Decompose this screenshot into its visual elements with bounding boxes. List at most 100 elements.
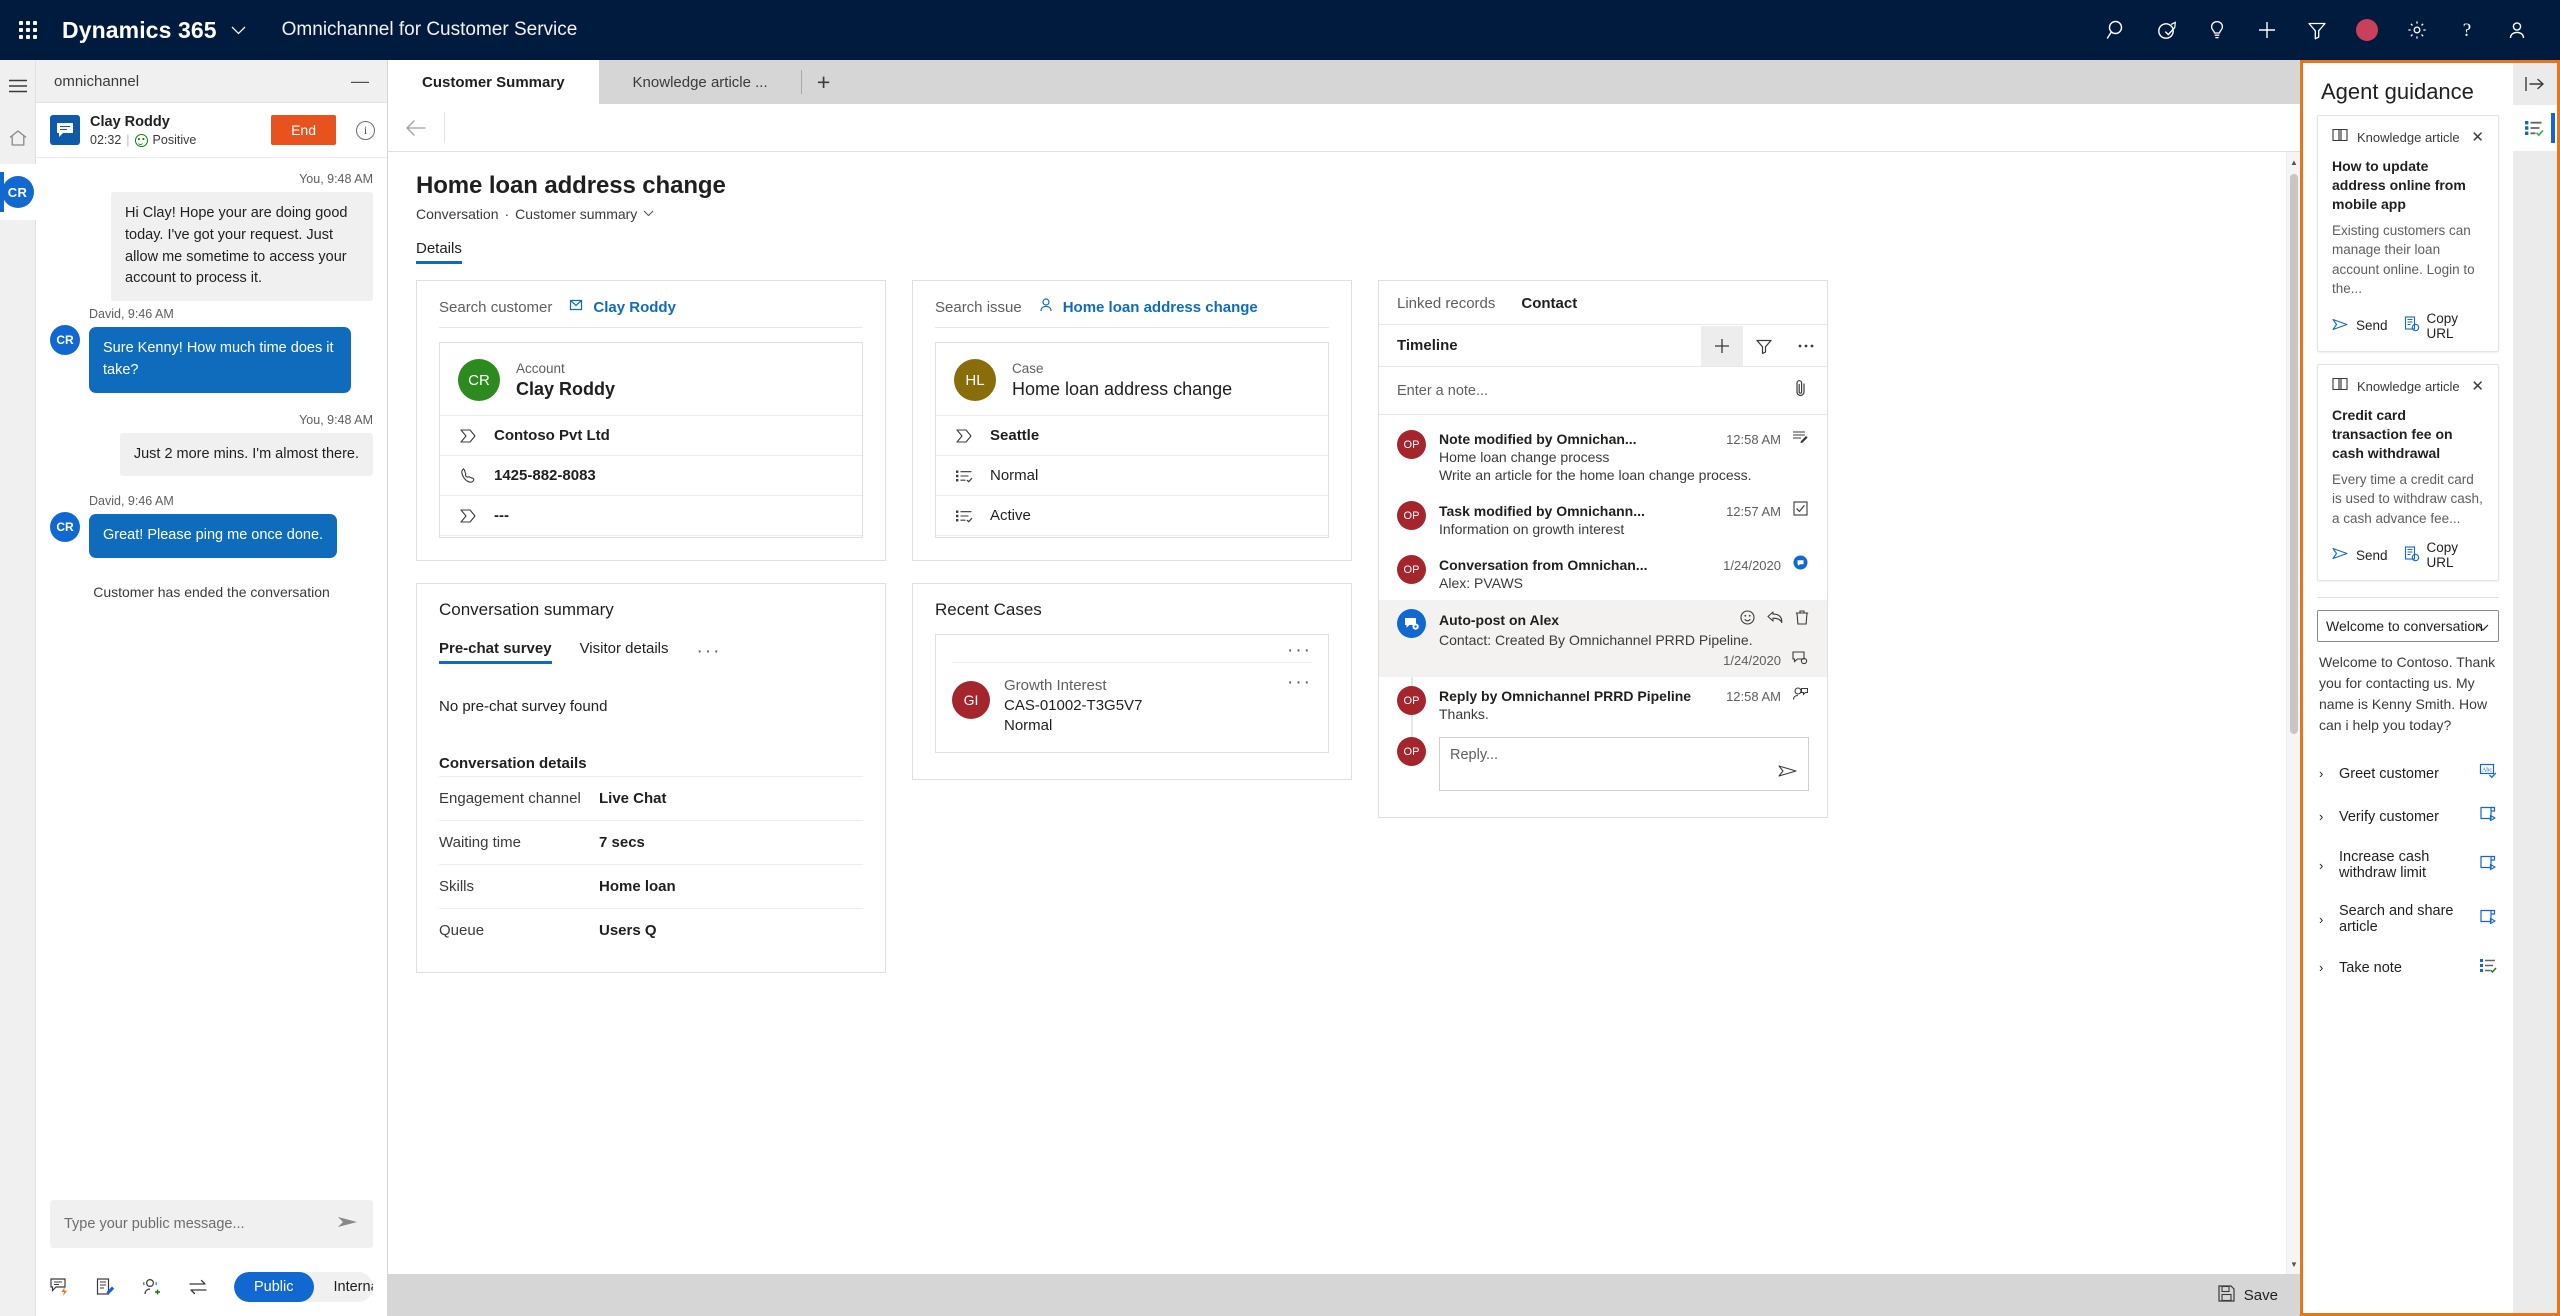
timeline-item[interactable]: OP Task modified by Omnichann... 12:57 A…	[1379, 492, 1827, 546]
home-icon[interactable]	[0, 112, 36, 164]
add-tab-button[interactable]: +	[802, 60, 846, 104]
tab-contact[interactable]: Contact	[1521, 295, 1577, 312]
agent-script-icon[interactable]	[2513, 105, 2557, 151]
filter-icon[interactable]	[2292, 0, 2342, 60]
chat-message-list: You, 9:48 AM Hi Clay! Hope your are doin…	[36, 158, 387, 1186]
field-value: Contoso Pvt Ltd	[494, 427, 610, 444]
knowledge-article-suggestion[interactable]: Knowledge article ✕ How to update addres…	[2317, 115, 2499, 352]
timeline-item[interactable]: OP Conversation from Omnichan... 1/24/20…	[1379, 546, 1827, 600]
timeline-note-input-row[interactable]	[1379, 367, 1827, 415]
timeline-item[interactable]: Auto-post on Alex Contact: Created By Om…	[1379, 600, 1827, 677]
search-icon[interactable]	[2092, 0, 2142, 60]
minimize-icon[interactable]: —	[347, 72, 373, 90]
copy-url-button[interactable]: Copy URL	[2404, 311, 2484, 341]
help-icon[interactable]: ?	[2442, 0, 2492, 60]
recent-cases-card: Recent Cases ··· GI Growth Interest CAS-…	[912, 583, 1352, 781]
breadcrumb-view[interactable]: Customer summary	[515, 206, 637, 222]
script-run-icon[interactable]	[2479, 855, 2497, 876]
chat-window-title: omnichannel	[54, 72, 140, 90]
copy-url-button[interactable]: Copy URL	[2404, 540, 2484, 570]
toggle-public[interactable]: Public	[234, 1272, 314, 1302]
tab-visitor-details[interactable]: Visitor details	[580, 640, 669, 664]
tab-knowledge-article[interactable]: Knowledge article ...	[599, 60, 802, 104]
rail-session-avatar[interactable]: CR	[0, 164, 36, 220]
timeline-filter-icon[interactable]	[1743, 326, 1785, 366]
chevron-down-icon[interactable]	[231, 22, 246, 39]
text-macro-icon[interactable]: Abc	[2479, 763, 2497, 784]
agent-script-step-increase-cash-withdraw-limit[interactable]: › Increase cash withdraw limit	[2303, 838, 2513, 892]
agent-script-step-search-and-share-article[interactable]: › Search and share article	[2303, 892, 2513, 946]
expand-panel-icon[interactable]	[2513, 63, 2557, 105]
paperclip-icon[interactable]	[1793, 379, 1809, 402]
tab-customer-summary[interactable]: Customer Summary	[388, 60, 599, 104]
timeline-item[interactable]: OP Note modified by Omnichan... 12:58 AM	[1379, 421, 1827, 492]
form-tab-list: Details	[416, 240, 2258, 264]
tab-pre-chat-survey[interactable]: Pre-chat survey	[439, 640, 552, 664]
tab-details[interactable]: Details	[416, 240, 462, 264]
send-icon[interactable]	[1778, 764, 1798, 784]
add-icon[interactable]	[2242, 0, 2292, 60]
presence-busy-icon[interactable]	[2342, 0, 2392, 60]
timeline-reply-input[interactable]: Reply...	[1439, 737, 1809, 791]
tag-icon	[458, 428, 478, 443]
close-icon[interactable]: ✕	[2471, 379, 2484, 394]
message-input[interactable]	[64, 1216, 337, 1232]
customer-search-value[interactable]: Clay Roddy	[568, 297, 676, 317]
agent-script-step-take-note[interactable]: › Take note	[2303, 946, 2513, 989]
script-run-icon[interactable]	[2479, 909, 2497, 930]
scrollbar-thumb[interactable]	[2290, 174, 2298, 734]
overflow-menu-icon[interactable]: ···	[1287, 641, 1312, 661]
case-search-value[interactable]: Home loan address change	[1038, 297, 1258, 317]
back-button[interactable]	[388, 104, 444, 151]
transfer-icon[interactable]	[188, 1278, 208, 1296]
message-sender-time: You, 9:48 AM	[299, 172, 373, 187]
composer-input-box[interactable]	[50, 1200, 373, 1248]
quick-reply-icon[interactable]	[50, 1278, 70, 1296]
end-conversation-button[interactable]: End	[271, 115, 336, 146]
reply-icon[interactable]	[1767, 610, 1783, 629]
toggle-internal[interactable]: Internal	[314, 1272, 374, 1302]
knowledge-article-suggestion[interactable]: Knowledge article ✕ Credit card transact…	[2317, 363, 2499, 582]
insights-lightbulb-icon[interactable]	[2192, 0, 2242, 60]
timeline-overflow-icon[interactable]	[1785, 326, 1827, 366]
save-button[interactable]: Save	[2218, 1284, 2278, 1306]
send-icon	[2332, 318, 2349, 334]
agent-script-select[interactable]: Welcome to conversation	[2317, 610, 2499, 643]
recent-case-item[interactable]: ··· GI Growth Interest CAS-01002-T3G5V7	[935, 634, 1329, 754]
scroll-up-icon[interactable]: ▲	[2287, 154, 2300, 170]
timeline-item-line: Home loan change process	[1439, 449, 1610, 465]
emoji-icon[interactable]	[1740, 609, 1755, 630]
agent-script-select-box[interactable]: Welcome to conversation	[2317, 610, 2499, 643]
script-run-icon[interactable]	[2479, 806, 2497, 827]
info-icon[interactable]: i	[356, 120, 375, 140]
agent-script-step-verify-customer[interactable]: › Verify customer	[2303, 795, 2513, 838]
timeline-add-icon[interactable]	[1701, 325, 1743, 366]
timeline-item[interactable]: OP Reply by Omnichannel PRRD Pipeline 12…	[1379, 677, 1827, 731]
list-check-icon[interactable]	[2479, 957, 2497, 978]
chevron-down-icon[interactable]	[643, 208, 654, 220]
send-article-button[interactable]: Send	[2332, 311, 2388, 341]
goal-icon[interactable]	[2142, 0, 2192, 60]
close-icon[interactable]: ✕	[2471, 130, 2484, 145]
timeline-note-input[interactable]	[1397, 382, 1793, 399]
tab-linked-records[interactable]: Linked records	[1397, 295, 1495, 312]
row-overflow-icon[interactable]: ···	[1287, 673, 1312, 693]
agent-script-step-greet-customer[interactable]: › Greet customer Abc	[2303, 752, 2513, 795]
app-launcher-button[interactable]	[0, 21, 56, 39]
step-label: Verify customer	[2339, 808, 2439, 825]
hamburger-menu-icon[interactable]	[0, 60, 36, 112]
overflow-menu-icon[interactable]: ···	[697, 642, 722, 662]
customer-summary-card: Search customer Clay Roddy CR Account Cl…	[416, 280, 886, 561]
form-vertical-scrollbar[interactable]: ▲ ▼	[2286, 152, 2300, 1274]
note-icon[interactable]	[96, 1278, 116, 1296]
scroll-down-icon[interactable]: ▼	[2287, 1256, 2300, 1272]
send-article-button[interactable]: Send	[2332, 540, 2388, 570]
delete-icon[interactable]	[1795, 609, 1809, 630]
user-profile-icon[interactable]	[2492, 0, 2542, 60]
add-agent-icon[interactable]	[142, 1278, 162, 1296]
message-visibility-toggle[interactable]: Public Internal	[234, 1272, 373, 1302]
agent-guidance-rail	[2513, 63, 2557, 1313]
settings-gear-icon[interactable]	[2392, 0, 2442, 60]
send-icon[interactable]	[337, 1214, 359, 1235]
timeline-item-header: Reply by Omnichannel PRRD Pipeline 12:58…	[1439, 686, 1809, 704]
